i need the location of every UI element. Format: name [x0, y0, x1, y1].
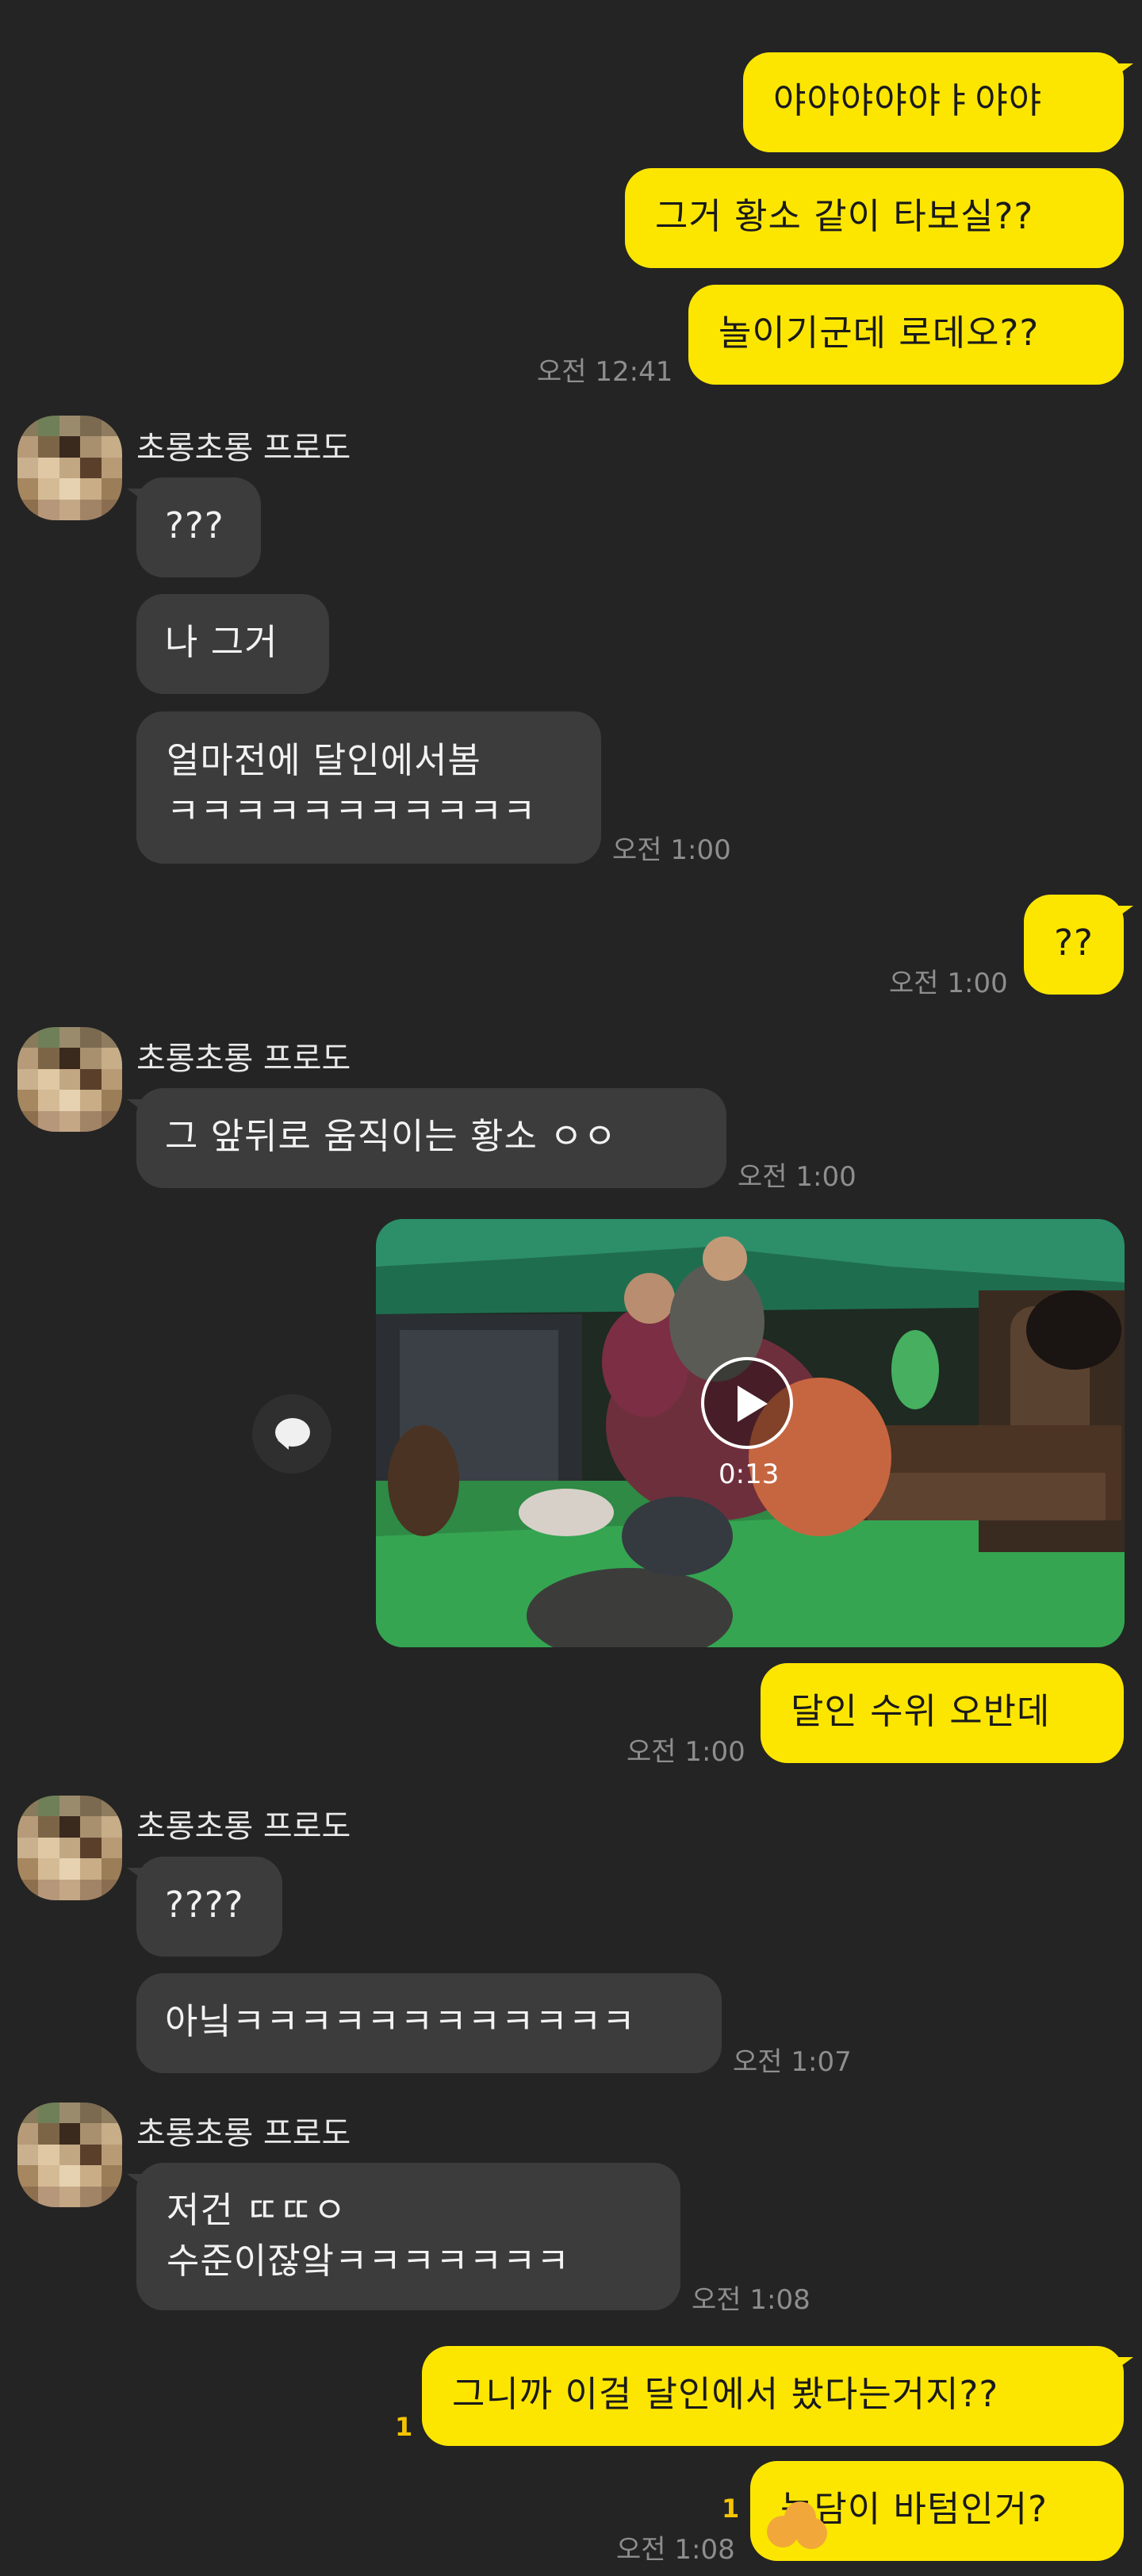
contact-avatar[interactable]: [17, 1796, 122, 1900]
contact-name: 초롱초롱 프로도: [136, 2115, 351, 2152]
contact-name: 초롱초롱 프로도: [136, 430, 351, 466]
message-timestamp: 오전 1:00: [612, 834, 731, 866]
message-timestamp: 오전 1:08: [616, 2534, 735, 2566]
emoji-overlay-icon: [765, 2501, 829, 2549]
play-icon[interactable]: [701, 1357, 793, 1449]
my-message-bubble[interactable]: 달인 수위 오반데: [761, 1663, 1124, 1763]
share-icon[interactable]: [252, 1394, 331, 1474]
video-message[interactable]: 0:13: [376, 1219, 1125, 1647]
contact-avatar[interactable]: [17, 416, 122, 520]
my-message-bubble[interactable]: 놀이기군데 로데오??: [688, 285, 1124, 385]
video-duration: 0:13: [719, 1459, 780, 1490]
message-timestamp: 오전 12:41: [537, 356, 673, 388]
contact-avatar[interactable]: [17, 1027, 122, 1132]
message-timestamp: 오전 1:00: [738, 1161, 856, 1193]
message-timestamp: 오전 1:08: [692, 2284, 811, 2316]
contact-avatar[interactable]: [17, 2103, 122, 2207]
my-message-bubble[interactable]: 야야야야야ㅑ야야: [743, 52, 1133, 152]
their-message-bubble[interactable]: ????: [127, 1857, 282, 1957]
my-message-bubble[interactable]: 그거 황소 같이 타보실??: [625, 168, 1124, 268]
their-message-bubble[interactable]: 그 앞뒤로 움직이는 황소 ㅇㅇ: [127, 1088, 726, 1188]
contact-name: 초롱초롱 프로도: [136, 1041, 351, 1077]
my-message-bubble[interactable]: ??: [1024, 895, 1133, 995]
their-message-bubble[interactable]: 얼마전에 달인에서봄 ㅋㅋㅋㅋㅋㅋㅋㅋㅋㅋㅋ: [136, 711, 601, 864]
their-message-bubble[interactable]: 저건 ㄸㄸㅇ 수준이잖앜ㅋㅋㅋㅋㅋㅋㅋ: [127, 2163, 680, 2310]
contact-name: 초롱초롱 프로도: [136, 1808, 351, 1845]
message-timestamp: 오전 1:07: [733, 2046, 852, 2078]
their-message-bubble[interactable]: ???: [127, 477, 261, 577]
my-message-bubble[interactable]: 그니까 이걸 달인에서 봤다는거지??: [422, 2346, 1133, 2446]
their-message-bubble[interactable]: 나 그거: [136, 594, 329, 694]
message-timestamp: 오전 1:00: [627, 1736, 745, 1768]
unread-count: 1: [722, 2494, 740, 2524]
unread-count: 1: [395, 2412, 413, 2442]
message-timestamp: 오전 1:00: [889, 968, 1008, 999]
their-message-bubble[interactable]: 아닠ㅋㅋㅋㅋㅋㅋㅋㅋㅋㅋㅋㅋ: [136, 1973, 722, 2073]
